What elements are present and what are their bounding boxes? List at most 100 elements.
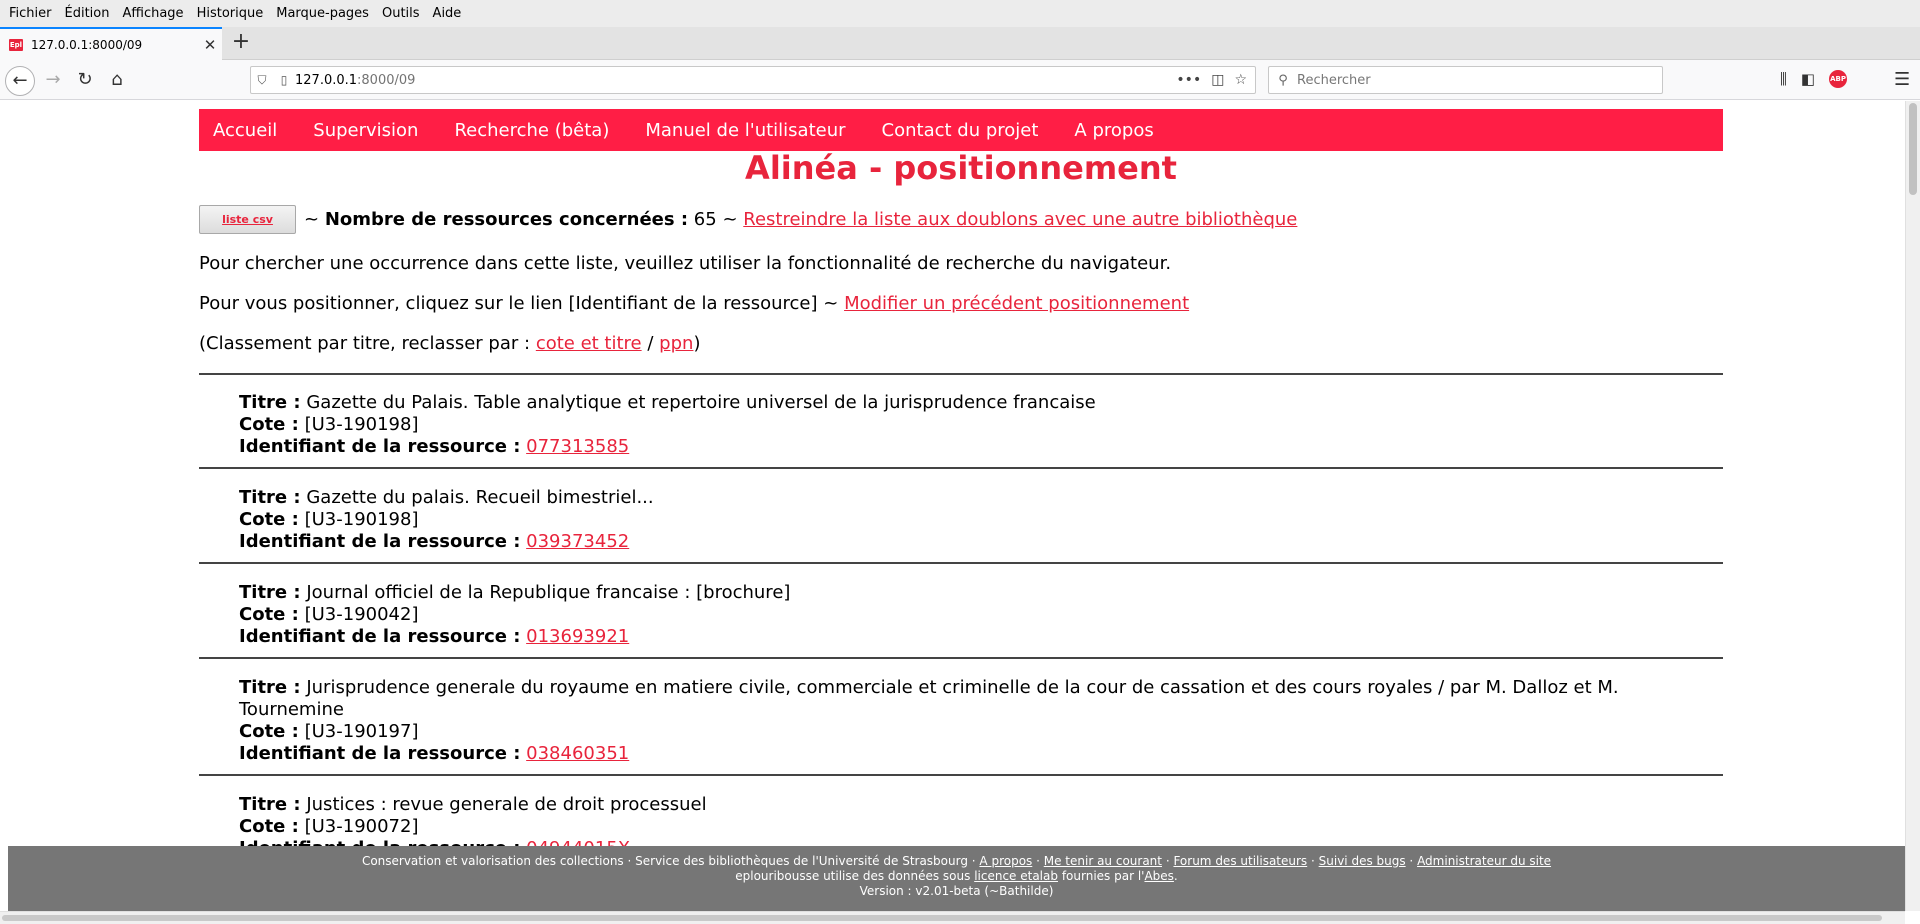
menu-marque-pages[interactable]: Marque-pages [271, 6, 377, 21]
url-host: 127.0.0.1 [295, 72, 358, 88]
record-title: Justices : revue generale de droit proce… [306, 794, 707, 815]
sort-prefix: (Classement par titre, reclasser par : [199, 333, 531, 354]
divider [199, 657, 1723, 659]
adblock-icon[interactable]: ABP [1829, 70, 1848, 88]
footer-a-propos-link[interactable]: A propos [979, 854, 1032, 868]
search-placeholder: Rechercher [1297, 72, 1371, 88]
csv-list-button[interactable]: liste csv [199, 205, 296, 234]
restrict-duplicates-link[interactable]: Restreindre la liste aux doublons avec u… [743, 209, 1297, 230]
library-icon[interactable]: ⫼ [1780, 70, 1787, 88]
close-tab-icon[interactable]: ✕ [198, 36, 222, 54]
horizontal-scroll-thumb[interactable] [2, 915, 1882, 921]
record-title: Gazette du palais. Recueil bimestriel... [306, 487, 654, 508]
bookmark-star-icon[interactable]: ☆ [1234, 72, 1247, 88]
footer-line-1: Conservation et valorisation des collect… [361, 854, 1552, 868]
footer-keep-informed-link[interactable]: Me tenir au courant [1044, 854, 1162, 868]
nav-accueil[interactable]: Accueil [213, 120, 277, 141]
tab-title: 127.0.0.1:8000/09 [31, 37, 143, 52]
vertical-scrollbar[interactable] [1905, 101, 1920, 911]
resource-count-value: 65 [693, 209, 717, 230]
menu-aide[interactable]: Aide [428, 6, 470, 21]
browser-tab[interactable]: Epl 127.0.0.1:8000/09 ✕ [0, 27, 222, 60]
nav-toolbar: ← → ↻ ⌂ ⛉ ▯ 127.0.0.1:8000/09 ••• ◫ ☆ ⚲ … [0, 60, 1920, 100]
id-label: Identifiant de la ressource : [239, 743, 521, 764]
pocket-icon[interactable]: ◫ [1211, 72, 1224, 88]
site-footer: Conservation et valorisation des collect… [8, 846, 1905, 911]
cote-label: Cote : [239, 604, 299, 625]
title-label: Titre : [239, 677, 301, 698]
footer-license-text: eplouribousse utilise des données sous [735, 869, 971, 883]
divider [199, 467, 1723, 469]
record-cote: [U3-190072] [304, 816, 419, 837]
menu-outils[interactable]: Outils [377, 6, 428, 21]
record-title: Journal officiel de la Republique franca… [306, 582, 791, 603]
divider [199, 562, 1723, 564]
modify-position-link[interactable]: Modifier un précédent positionnement [844, 293, 1189, 314]
new-tab-icon[interactable]: + [229, 31, 253, 55]
resource-record: Titre : Gazette du Palais. Table analyti… [239, 392, 1723, 458]
record-cote: [U3-190042] [304, 604, 419, 625]
record-title: Gazette du Palais. Table analytique et r… [306, 392, 1096, 413]
horizontal-scrollbar[interactable] [0, 911, 1905, 924]
title-label: Titre : [239, 487, 301, 508]
page-info-icon[interactable]: ▯ [273, 73, 295, 87]
record-id-link[interactable]: 077313585 [526, 436, 629, 457]
nav-manuel[interactable]: Manuel de l'utilisateur [645, 120, 845, 141]
vertical-scroll-thumb[interactable] [1909, 103, 1917, 195]
divider [199, 774, 1723, 776]
url-bar[interactable]: ⛉ ▯ 127.0.0.1:8000/09 ••• ◫ ☆ [250, 66, 1256, 94]
sort-slash: / [647, 333, 654, 354]
nav-supervision[interactable]: Supervision [313, 120, 418, 141]
position-hint-text: Pour vous positionner, cliquez sur le li… [199, 293, 839, 314]
footer-period: . [1173, 869, 1178, 883]
menu-fichier[interactable]: Fichier [4, 6, 60, 21]
reload-icon[interactable]: ↻ [70, 66, 100, 96]
back-icon[interactable]: ← [5, 66, 35, 96]
footer-forum-link[interactable]: Forum des utilisateurs [1173, 854, 1307, 868]
menu-affichage[interactable]: Affichage [117, 6, 191, 21]
footer-bug-tracker-link[interactable]: Suivi des bugs [1319, 854, 1406, 868]
record-id-link[interactable]: 039373452 [526, 531, 629, 552]
sort-suffix: ) [693, 333, 701, 354]
record-id-link[interactable]: 038460351 [526, 743, 629, 764]
sort-ppn-link[interactable]: ppn [659, 333, 693, 354]
cote-label: Cote : [239, 414, 299, 435]
site-navbar: Accueil Supervision Recherche (bêta) Man… [199, 109, 1723, 151]
record-cote: [U3-190197] [304, 721, 419, 742]
tab-bar: Epl 127.0.0.1:8000/09 ✕ + [0, 27, 1920, 60]
footer-line-2: eplouribousse utilise des données sous l… [8, 869, 1905, 884]
nav-contact[interactable]: Contact du projet [882, 120, 1039, 141]
footer-abes-link[interactable]: Abes [1144, 869, 1173, 883]
footer-etalab-link[interactable]: licence etalab [974, 869, 1058, 883]
resource-record: Titre : Jurisprudence generale du royaum… [239, 677, 1723, 765]
menu-historique[interactable]: Historique [192, 6, 272, 21]
nav-a-propos[interactable]: A propos [1074, 120, 1153, 141]
search-input[interactable]: ⚲ Rechercher [1268, 66, 1663, 94]
hamburger-menu-icon[interactable]: ☰ [1894, 69, 1910, 90]
footer-admin-link[interactable]: Administrateur du site [1417, 854, 1551, 868]
record-id-link[interactable]: 013693921 [526, 626, 629, 647]
summary-row: liste csv ~ Nombre de ressources concern… [199, 205, 1297, 234]
record-title: Jurisprudence generale du royaume en mat… [239, 677, 1619, 720]
title-label: Titre : [239, 392, 301, 413]
page-actions-icon[interactable]: ••• [1176, 72, 1201, 88]
page-viewport: Accueil Supervision Recherche (bêta) Man… [0, 101, 1905, 847]
url-path: :8000/09 [357, 72, 416, 88]
sort-line: (Classement par titre, reclasser par : c… [199, 333, 700, 354]
cote-label: Cote : [239, 509, 299, 530]
sidebar-icon[interactable]: ◧ [1801, 70, 1815, 88]
home-icon[interactable]: ⌂ [102, 66, 132, 96]
position-hint: Pour vous positionner, cliquez sur le li… [199, 293, 1189, 314]
nav-recherche[interactable]: Recherche (bêta) [454, 120, 609, 141]
id-label: Identifiant de la ressource : [239, 531, 521, 552]
menu-edition[interactable]: Édition [60, 6, 118, 21]
tracking-shield-icon[interactable]: ⛉ [251, 73, 273, 88]
resource-count-label: Nombre de ressources concernées : [324, 209, 689, 230]
footer-provided-text: fournies par l' [1061, 869, 1145, 883]
favicon-icon: Epl [9, 38, 23, 51]
footer-service-text: Conservation et valorisation des collect… [361, 854, 976, 868]
sort-cote-titre-link[interactable]: cote et titre [536, 333, 642, 354]
forward-icon[interactable]: → [38, 66, 68, 96]
record-cote: [U3-190198] [304, 509, 419, 530]
cote-label: Cote : [239, 721, 299, 742]
